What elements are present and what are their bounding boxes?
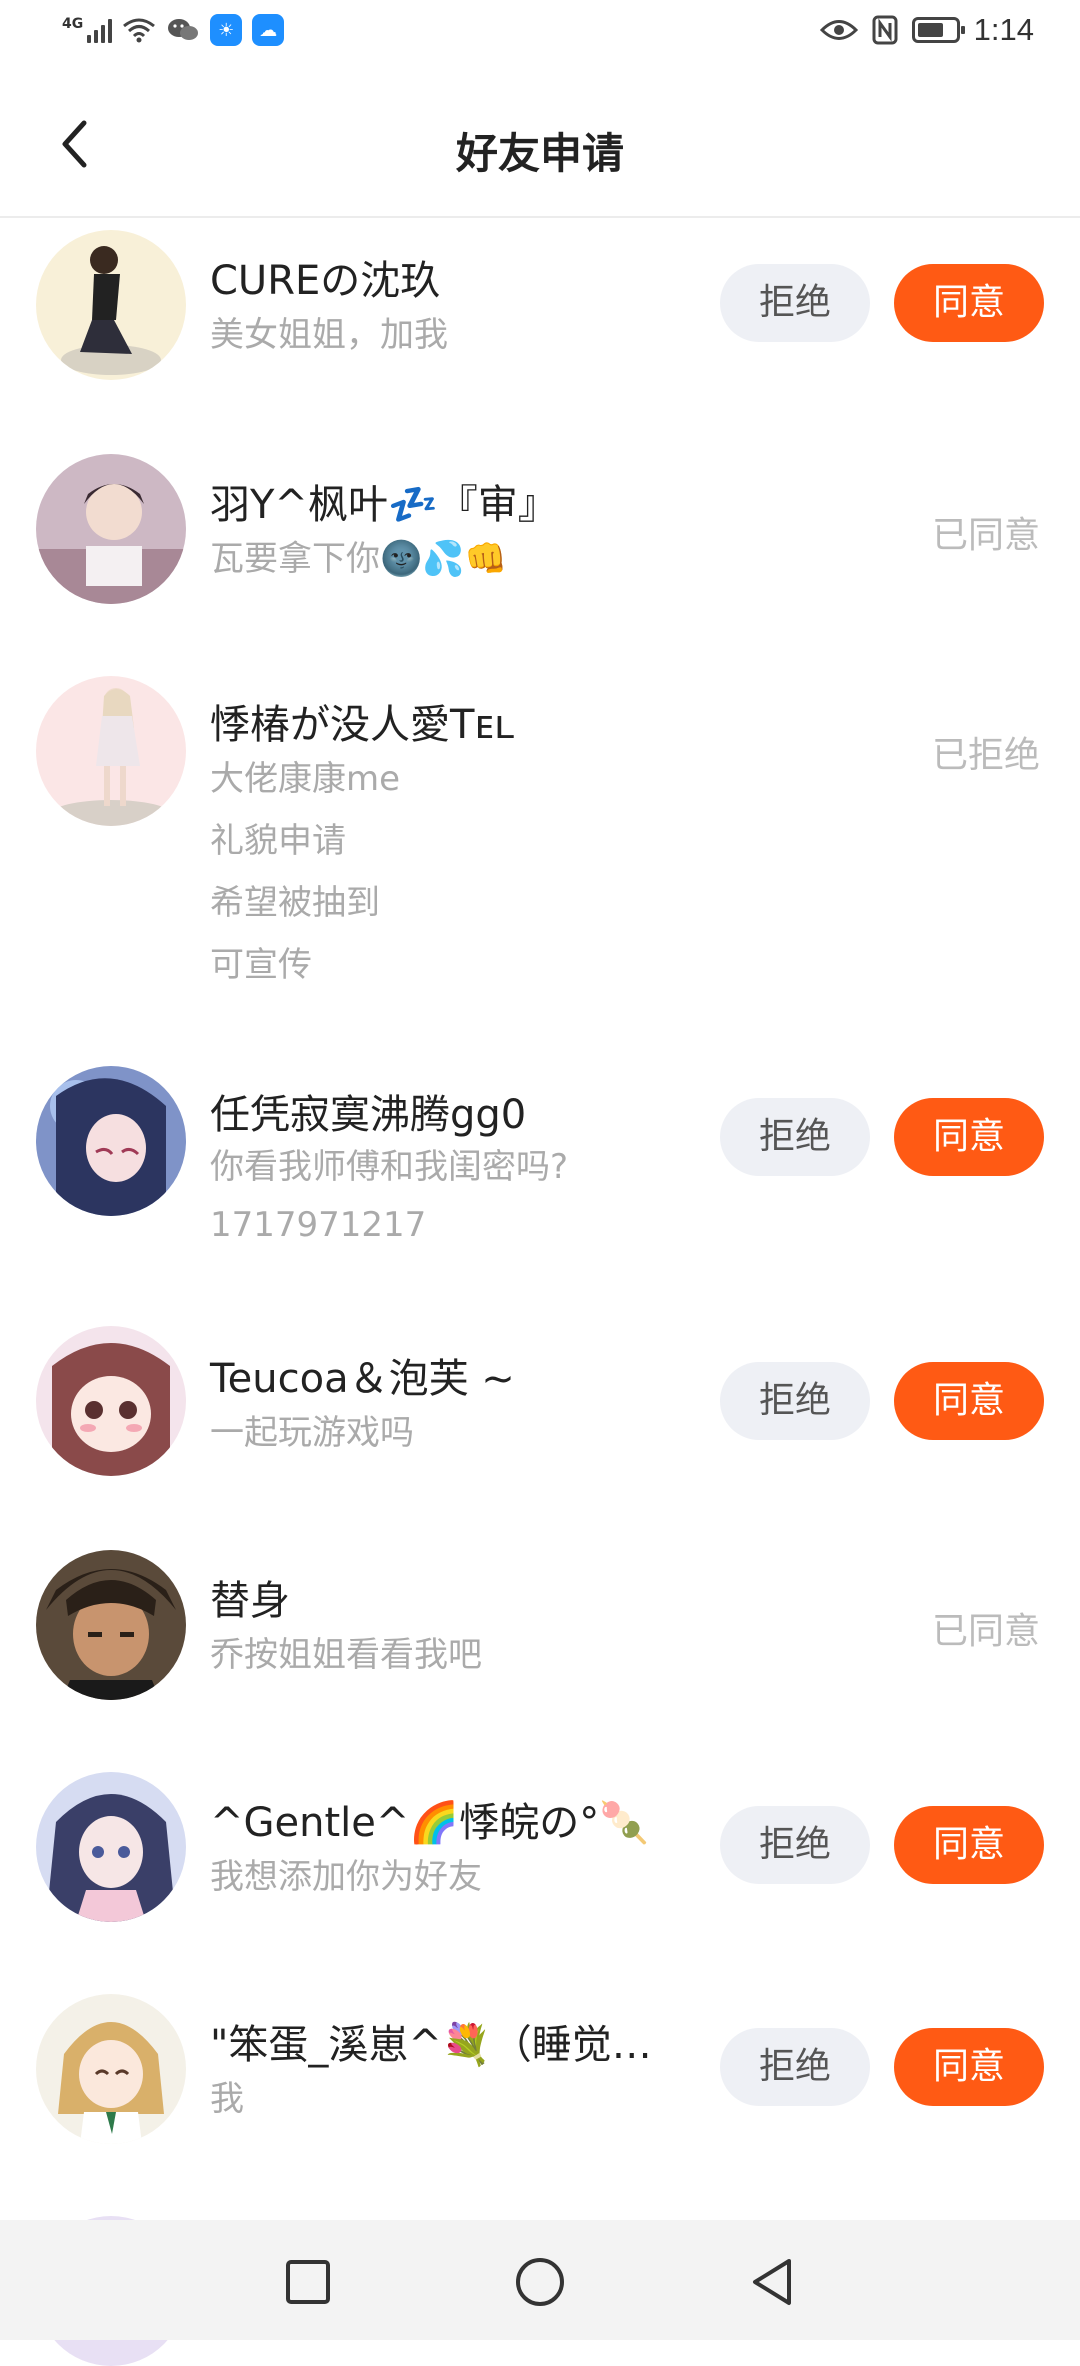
list-item: 替身 乔按姐姐看看我吧 已同意 [0, 1536, 1080, 1758]
requester-name: CUREの沈玖 [210, 258, 441, 304]
avatar[interactable] [36, 676, 186, 826]
status-bar: 4G ☀ ☁ 1:14 [0, 0, 1080, 72]
request-message: 希望被抽到 [210, 883, 380, 923]
requester-name: 任凭寂寞沸腾gg0 [210, 1092, 527, 1138]
requester-name: 替身 [210, 1578, 290, 1624]
status-right: 1:14 [819, 12, 1034, 48]
request-message: 我想添加你为好友 [210, 1857, 482, 1897]
request-status: 已同意 [931, 515, 1040, 556]
wifi-icon [122, 16, 156, 44]
request-message: 你看我师傅和我闺密吗? [210, 1147, 569, 1187]
battery-icon [911, 17, 965, 43]
request-message: 礼貌申请 [210, 821, 346, 861]
avatar[interactable] [36, 230, 186, 380]
page-title: 好友申请 [455, 129, 624, 178]
avatar[interactable] [36, 1326, 186, 1476]
cloud-app-icon: ☁ [252, 14, 285, 46]
request-message: 1717971217 [210, 1205, 427, 1245]
list-item: Teucoa＆泡芙 ~ 一起玩游戏吗 拒绝 同意 [0, 1314, 1080, 1536]
header: 好友申请 [0, 72, 1080, 218]
avatar[interactable] [36, 1772, 186, 1922]
avatar[interactable] [36, 1994, 186, 2144]
list-item: 任凭寂寞沸腾gg0 你看我师傅和我闺密吗? 1717971217 拒绝 同意 [0, 1052, 1080, 1314]
request-status: 已拒绝 [931, 735, 1040, 776]
back-triangle-icon[interactable] [742, 2252, 802, 2312]
reject-button[interactable]: 拒绝 [720, 1806, 870, 1884]
network-type: 4G [62, 16, 84, 32]
reject-button[interactable]: 拒绝 [720, 1098, 870, 1176]
status-left: 4G ☀ ☁ [62, 14, 285, 46]
nfc-icon [872, 15, 898, 45]
accept-button[interactable]: 同意 [894, 1806, 1044, 1884]
wechat-icon [166, 16, 200, 44]
avatar[interactable] [36, 1550, 186, 1700]
accept-button[interactable]: 同意 [894, 2028, 1044, 2106]
requester-name: 羽Y^枫叶💤『审』 [210, 482, 558, 528]
request-message: 我 [210, 2079, 244, 2119]
list-item: ^Gentle^🌈悸皖の°🍡 我想添加你为好友 拒绝 同意 [0, 1758, 1080, 1980]
accept-button[interactable]: 同意 [894, 1098, 1044, 1176]
requester-name: 悸椿が没人愛Tᴇʟ [210, 702, 515, 748]
request-message: 乔按姐姐看看我吧 [210, 1635, 482, 1675]
reject-button[interactable]: 拒绝 [720, 264, 870, 342]
request-message: 瓦要拿下你🌚💦👊 [210, 539, 508, 579]
avatar[interactable] [36, 454, 186, 604]
list-item: "笨蛋_溪崽^💐（睡觉… 我 拒绝 同意 [0, 1980, 1080, 2204]
requester-name: ^Gentle^🌈悸皖の°🍡 [210, 1800, 650, 1846]
friend-request-list: CUREの沈玖 美女姐姐，加我 拒绝 同意 羽Y^枫叶💤『审』 瓦要拿下你🌚💦👊… [0, 218, 1080, 2366]
list-item: CUREの沈玖 美女姐姐，加我 拒绝 同意 [0, 218, 1080, 440]
recent-apps-icon[interactable] [278, 2252, 338, 2312]
signal-icon [87, 17, 113, 43]
clock: 1:14 [973, 12, 1034, 47]
list-item: 羽Y^枫叶💤『审』 瓦要拿下你🌚💦👊 已同意 [0, 440, 1080, 662]
eye-icon [819, 17, 858, 43]
weather-app-icon: ☀ [210, 14, 243, 46]
request-message: 美女姐姐，加我 [210, 315, 448, 355]
accept-button[interactable]: 同意 [894, 264, 1044, 342]
reject-button[interactable]: 拒绝 [720, 1362, 870, 1440]
system-nav-bar [0, 2220, 1080, 2340]
request-message: 可宣传 [210, 945, 312, 985]
home-icon[interactable] [510, 2252, 570, 2312]
request-status: 已同意 [931, 1611, 1040, 1652]
requester-name: "笨蛋_溪崽^💐（睡觉… [210, 2022, 652, 2068]
list-item: 悸椿が没人愛Tᴇʟ 大佬康康me 礼貌申请 希望被抽到 可宣传 已拒绝 [0, 662, 1080, 1052]
requester-name: Teucoa＆泡芙 ~ [210, 1356, 515, 1402]
reject-button[interactable]: 拒绝 [720, 2028, 870, 2106]
accept-button[interactable]: 同意 [894, 1362, 1044, 1440]
request-message: 大佬康康me [210, 759, 401, 799]
request-message: 一起玩游戏吗 [210, 1413, 414, 1453]
avatar[interactable] [36, 1066, 186, 1216]
